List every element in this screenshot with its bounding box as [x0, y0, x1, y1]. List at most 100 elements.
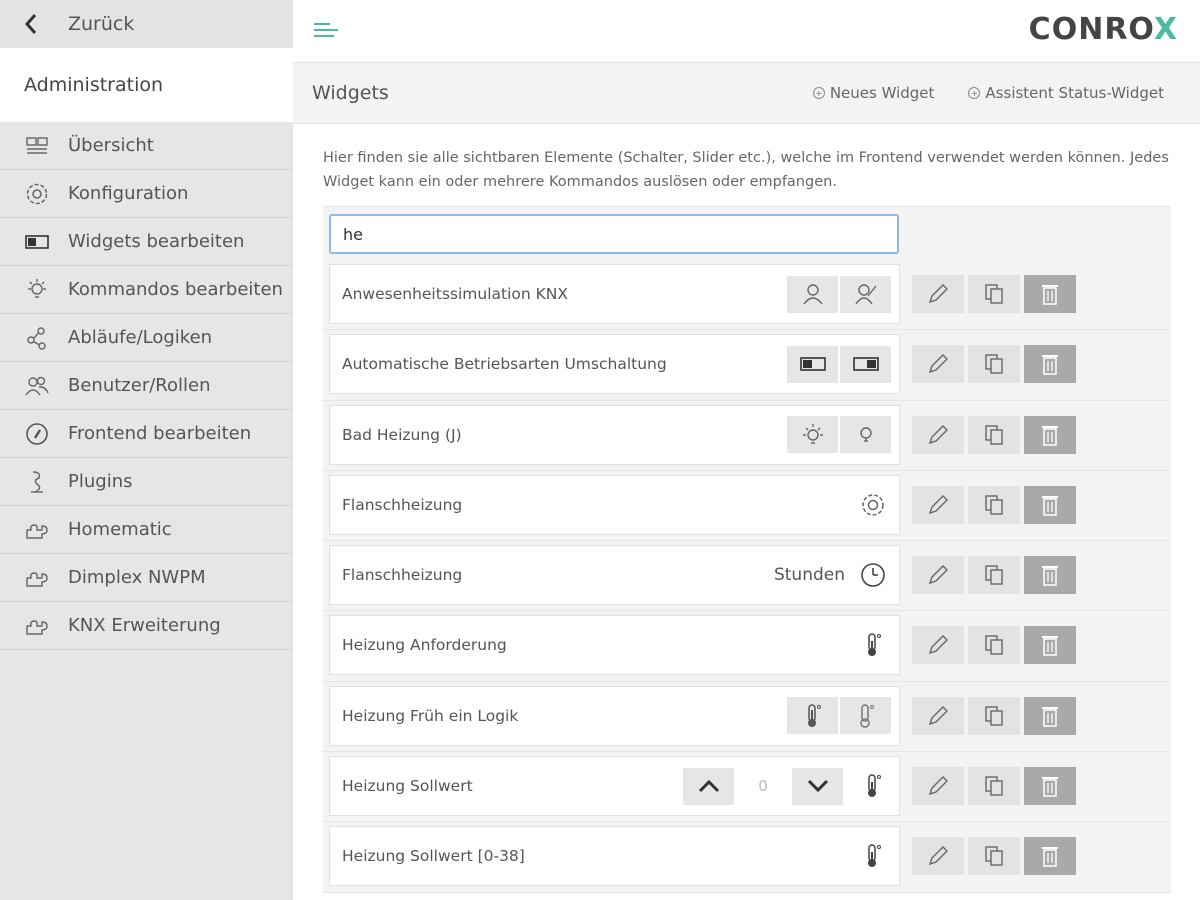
sidebar-item-ablaeufe[interactable]: Abläufe/Logiken: [0, 314, 293, 362]
page-description: Hier finden sie alle sichtbaren Elemente…: [323, 150, 1169, 190]
widget-card: Flanschheizung Stunden: [329, 545, 900, 606]
edit-button[interactable]: [912, 556, 964, 595]
widget-row: Bad Heizung (J): [323, 400, 1171, 471]
edit-button[interactable]: [912, 415, 964, 454]
widget-card: Bad Heizung (J): [329, 404, 900, 465]
page-header: Widgets + Neues Widget + Assistent Statu…: [293, 62, 1200, 124]
widget-name: Bad Heizung (J): [342, 425, 462, 444]
users-icon: [24, 373, 50, 399]
bulb-off-icon[interactable]: [840, 416, 891, 454]
edit-button[interactable]: [912, 485, 964, 524]
back-button[interactable]: Zurück: [0, 0, 293, 48]
widget-name: Anwesenheitssimulation KNX: [342, 285, 568, 303]
gear-icon[interactable]: [855, 486, 891, 523]
copy-button[interactable]: [968, 415, 1020, 454]
copy-button[interactable]: [968, 767, 1020, 806]
clock-icon[interactable]: [855, 557, 891, 594]
delete-button[interactable]: [1024, 767, 1076, 806]
thermometer-icon[interactable]: [855, 768, 891, 805]
back-label: Zurück: [68, 13, 135, 35]
edit-button[interactable]: [912, 837, 964, 876]
sidebar-item-label: Dimplex NWPM: [68, 567, 206, 588]
widget-card: Heizung Sollwert 0: [329, 756, 900, 817]
copy-button[interactable]: [968, 556, 1020, 595]
circle-plus-icon: +: [968, 87, 981, 99]
widget-name: Heizung Sollwert: [342, 777, 473, 796]
delete-button[interactable]: [1024, 696, 1076, 735]
new-widget-label: Neues Widget: [829, 84, 935, 102]
sidebar-item-label: Übersicht: [68, 135, 154, 156]
delete-button[interactable]: [1024, 275, 1076, 313]
edit-button[interactable]: [912, 275, 964, 313]
new-widget-link[interactable]: + Neues Widget: [812, 84, 935, 102]
sidebar-item-widgets[interactable]: Widgets bearbeiten: [0, 218, 293, 266]
edit-button[interactable]: [912, 767, 964, 806]
copy-button[interactable]: [968, 345, 1020, 384]
widget-row: Heizung Sollwert [0-38]: [323, 822, 1171, 893]
status-wizard-link[interactable]: + Assistent Status-Widget: [968, 84, 1164, 102]
delete-button[interactable]: [1024, 556, 1076, 595]
thermometer-cold-icon[interactable]: [840, 697, 891, 735]
menu-icon[interactable]: [313, 20, 339, 40]
brand-logo: CONROX: [1028, 12, 1178, 47]
increment-button[interactable]: [683, 767, 734, 805]
delete-button[interactable]: [1024, 415, 1076, 454]
mode-left-icon[interactable]: [787, 345, 838, 383]
thermometer-hot-icon[interactable]: [787, 697, 838, 735]
sidebar-item-kommandos[interactable]: Kommandos bearbeiten: [0, 266, 293, 314]
delete-button[interactable]: [1024, 345, 1076, 384]
sidebar-item-label: Konfiguration: [68, 183, 189, 204]
chevron-left-icon: [24, 13, 52, 35]
search-input[interactable]: [329, 214, 899, 254]
page-title: Widgets: [312, 82, 389, 104]
widget-name: Flanschheizung: [342, 495, 463, 514]
widget-row: Heizung Früh ein Logik: [323, 681, 1171, 753]
sidebar-item-homematic[interactable]: Homematic: [0, 506, 293, 554]
sidebar-item-konfiguration[interactable]: Konfiguration: [0, 170, 293, 218]
widget-name: Flanschheizung: [342, 566, 463, 585]
edit-button[interactable]: [912, 345, 964, 384]
delete-button[interactable]: [1024, 626, 1076, 665]
widget-toggle-icon: [24, 229, 50, 255]
copy-button[interactable]: [968, 837, 1020, 876]
widget-card: Heizung Sollwert [0-38]: [329, 826, 900, 887]
delete-button[interactable]: [1024, 485, 1076, 524]
person-off-icon[interactable]: [840, 275, 891, 313]
mode-right-icon[interactable]: [840, 345, 891, 383]
widget-card: Heizung Früh ein Logik: [329, 685, 900, 746]
copy-button[interactable]: [968, 696, 1020, 735]
sidebar-item-plugins[interactable]: Plugins: [0, 458, 293, 506]
edit-button[interactable]: [912, 626, 964, 665]
sidebar-item-uebersicht[interactable]: Übersicht: [0, 122, 293, 170]
sidebar-item-label: Widgets bearbeiten: [68, 231, 245, 252]
overview-icon: [24, 133, 50, 159]
edit-button[interactable]: [912, 696, 964, 735]
copy-button[interactable]: [968, 275, 1020, 313]
thermometer-icon[interactable]: [855, 627, 891, 664]
sidebar-item-label: Abläufe/Logiken: [68, 327, 213, 348]
sidebar-item-label: Benutzer/Rollen: [68, 375, 211, 396]
widget-name: Heizung Anforderung: [342, 636, 507, 655]
thermometer-icon[interactable]: [855, 838, 891, 875]
stepper-value: 0: [758, 777, 768, 796]
decrement-button[interactable]: [792, 767, 843, 805]
copy-button[interactable]: [968, 626, 1020, 665]
bulb-on-icon[interactable]: [787, 416, 838, 454]
sidebar-item-knx[interactable]: KNX Erweiterung: [0, 602, 293, 650]
section-title: Administration: [0, 48, 293, 122]
widget-card: Anwesenheitssimulation KNX: [329, 264, 900, 324]
sidebar-item-dimplex[interactable]: Dimplex NWPM: [0, 554, 293, 602]
circle-plus-icon: +: [812, 87, 825, 99]
delete-button[interactable]: [1024, 837, 1076, 876]
sidebar-item-label: Homematic: [68, 519, 172, 540]
widget-card: Automatische Betriebsarten Umschaltung: [329, 334, 900, 395]
widget-card: Heizung Anforderung: [329, 615, 900, 676]
copy-button[interactable]: [968, 485, 1020, 524]
bulb-icon: [24, 277, 50, 303]
sidebar-item-frontend[interactable]: Frontend bearbeiten: [0, 410, 293, 458]
person-icon[interactable]: [787, 275, 838, 313]
value-stepper: 0: [683, 767, 843, 805]
sidebar-item-benutzer[interactable]: Benutzer/Rollen: [0, 362, 293, 410]
share-nodes-icon: [24, 325, 50, 351]
widget-row: Heizung Sollwert 0: [323, 752, 1171, 823]
